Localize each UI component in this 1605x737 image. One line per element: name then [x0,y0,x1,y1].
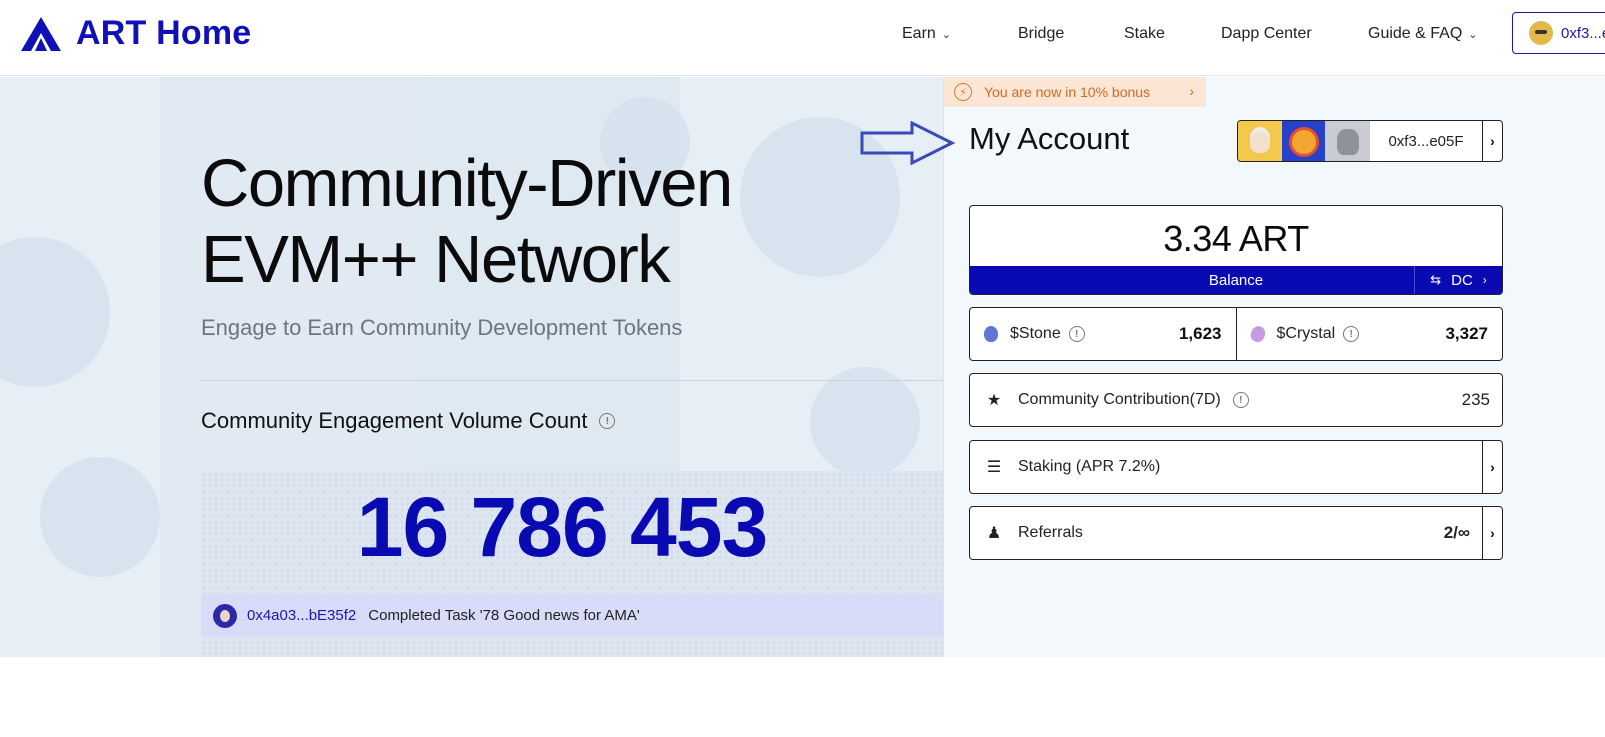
account-chip[interactable]: 0xf3...e05F › [1237,120,1503,162]
token-stone: $Stone ! 1,623 [970,308,1236,360]
info-icon[interactable]: ! [1232,392,1249,408]
chevron-right-icon: › [1482,507,1502,559]
contribution-value: 235 [1461,390,1490,409]
community-contribution-row: ★ Community Contribution(7D) ! 235 [969,373,1503,427]
nav-dapp-center-label: Dapp Center [1221,25,1312,42]
chevron-right-icon: › [1189,83,1194,99]
token-name: $Stone [1010,325,1061,342]
nav-guide-faq-label: Guide & FAQ [1368,25,1463,42]
token-name: $Crystal [1276,325,1336,342]
hero-title-line2: EVM++ Network [201,222,671,297]
divider [201,380,943,381]
nav-earn[interactable]: Earn ⌄ [902,22,951,46]
annotation-arrow-icon [860,121,956,165]
staking-label: Staking (APR 7.2%) [1018,458,1161,475]
nft-avatar [1238,121,1282,161]
dc-label: DC [1451,271,1473,289]
background-pattern [40,457,160,577]
nav-bridge-label: Bridge [1018,25,1065,42]
chevron-right-icon: › [1482,273,1487,287]
hero-title: Community-Driven EVM++ Network [201,146,733,298]
info-icon[interactable]: ! [1068,326,1085,342]
nav-bridge[interactable]: Bridge [1018,22,1064,46]
logo[interactable]: ART Home [20,14,251,53]
avatar [1529,21,1553,45]
wallet-address: 0xf3...e [1561,24,1605,42]
engagement-count-value: 16 786 453 [356,480,768,574]
people-icon: ♟ [986,525,1002,542]
nav-stake[interactable]: Stake [1124,22,1165,46]
bonus-text: You are now in 10% bonus [984,84,1151,100]
background-pattern [0,237,110,387]
top-header: ART Home Earn ⌄ Bridge Stake Dapp Center… [0,0,1605,76]
chevron-right-icon: › [1482,441,1502,493]
chevron-down-icon: ⌄ [1468,28,1478,41]
hero-subtitle: Engage to Earn Community Development Tok… [201,315,683,340]
hero-title-line1: Community-Driven [201,146,733,221]
my-account-title: My Account [969,121,1130,156]
avatar [213,603,237,628]
database-stack-icon: ☰ [986,459,1002,476]
nav-stake-label: Stake [1124,25,1165,42]
stone-icon [984,326,998,342]
swap-icon: ⇆ [1430,272,1442,287]
wallet-button[interactable]: 0xf3...e [1512,12,1605,54]
activity-ticker: 0x4a03...bE35f2 Completed Task '78 Good … [201,594,943,637]
engagement-count-label: Community Engagement Volume Count ! [201,408,616,434]
nft-avatar [1326,121,1370,161]
chevron-down-icon: ⌄ [941,28,952,41]
bonus-banner[interactable]: ⚡ You are now in 10% bonus › [944,77,1206,107]
ticker-message: Completed Task '78 Good news for AMA' [368,607,640,624]
nav-guide-faq[interactable]: Guide & FAQ ⌄ [1368,22,1477,46]
nav-earn-label: Earn [902,25,936,42]
hero-section: Community-Driven EVM++ Network Engage to… [0,77,943,657]
balance-card: 3.34 ART Balance ⇆ DC › [969,205,1503,295]
token-crystal: $Crystal ! 3,327 [1235,308,1503,360]
nav-dapp-center[interactable]: Dapp Center [1221,22,1312,46]
medal-icon: ★ [986,392,1002,409]
balance-label: Balance [1208,271,1264,289]
info-icon[interactable]: ! [599,413,616,429]
referrals-value: 2/∞ [1443,523,1470,542]
token-value: 3,327 [1445,324,1488,343]
chevron-right-icon: › [1482,121,1502,161]
contribution-label: Community Contribution(7D) [1018,391,1221,408]
balance-amount: 3.34 ART [1163,218,1309,259]
logo-text: ART Home [76,14,252,52]
staking-row[interactable]: ☰ Staking (APR 7.2%) › [969,440,1503,494]
account-address: 0xf3...e05F [1388,132,1464,150]
tokens-card: $Stone ! 1,623 $Crystal ! 3,327 [969,307,1503,361]
lightning-icon: ⚡ [954,83,972,101]
background-pattern [810,367,920,477]
nft-avatar [1282,121,1326,161]
referrals-row[interactable]: ♟ Referrals 2/∞ › [969,506,1503,560]
referrals-label: Referrals [1018,524,1083,541]
token-value: 1,623 [1178,324,1222,343]
engagement-count-label-text: Community Engagement Volume Count [201,408,588,433]
crystal-icon [1248,324,1267,344]
dc-button[interactable]: ⇆ DC › [1414,266,1502,294]
ticker-address[interactable]: 0x4a03...bE35f2 [247,607,356,624]
info-icon[interactable]: ! [1343,326,1360,342]
art-logo-icon [21,16,61,51]
account-panel: ⚡ You are now in 10% bonus › My Account … [943,77,1605,657]
balance-bar: Balance ⇆ DC › [970,266,1502,294]
